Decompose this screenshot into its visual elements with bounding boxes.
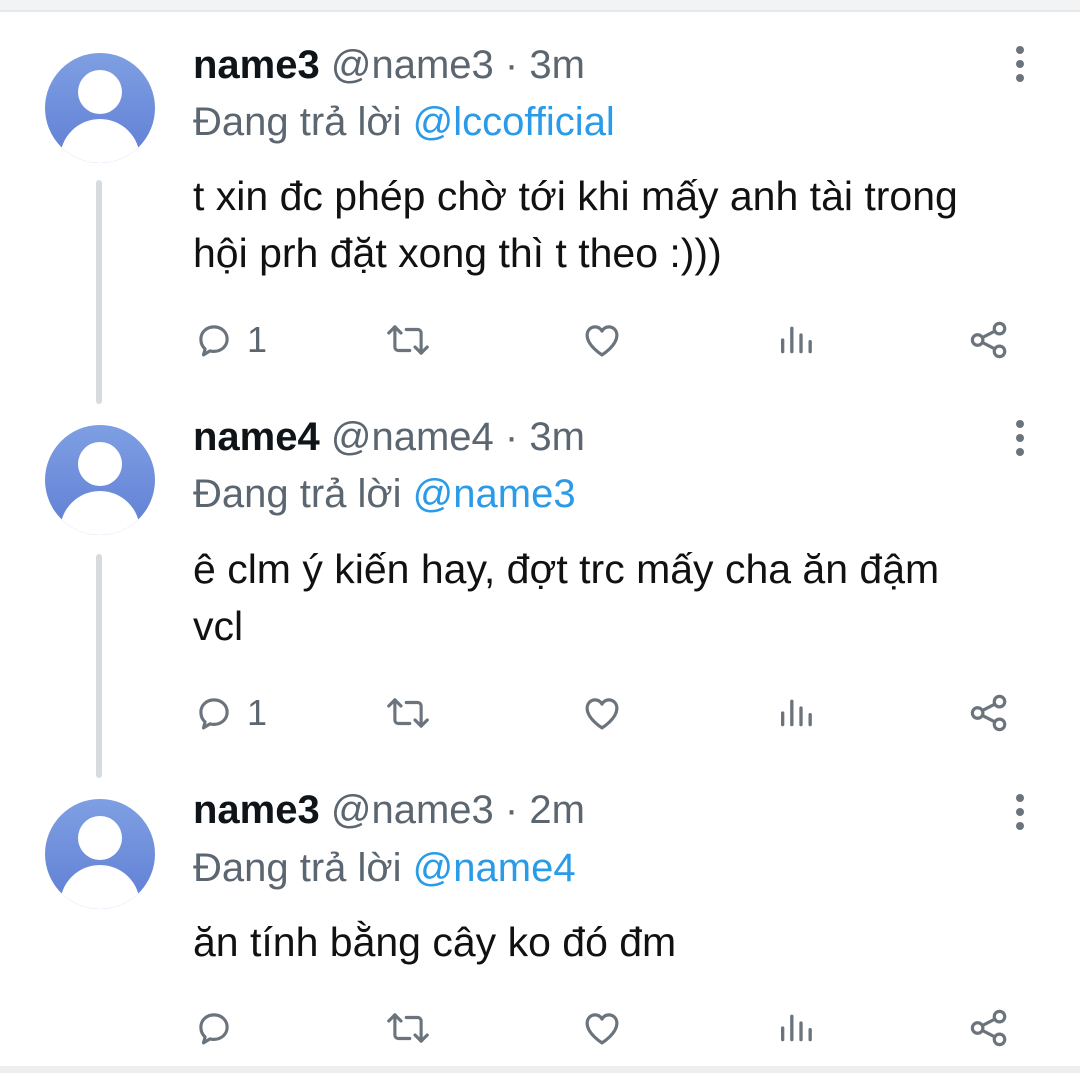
like-button[interactable] bbox=[580, 1003, 624, 1053]
reply-icon bbox=[199, 1013, 229, 1045]
analytics-icon bbox=[781, 1014, 812, 1042]
share-button[interactable] bbox=[968, 1003, 1010, 1053]
separator-dot: · bbox=[504, 788, 519, 832]
timestamp[interactable]: 2m bbox=[529, 788, 585, 832]
bottom-frame-edge bbox=[0, 1066, 1080, 1073]
action-bar bbox=[0, 1003, 1080, 1053]
replying-to-label: Đang trả lời bbox=[193, 846, 402, 890]
display-name[interactable]: name3 bbox=[193, 788, 320, 832]
retweet-icon bbox=[387, 1013, 429, 1043]
tweet-text: ăn tính bằng cây ko đó đm bbox=[193, 919, 677, 965]
analytics-button[interactable] bbox=[776, 1003, 816, 1053]
avatar-head bbox=[78, 816, 122, 860]
heart-icon bbox=[585, 1013, 619, 1045]
user-handle[interactable]: @name3 bbox=[331, 788, 494, 832]
replying-to-line: Đang trả lời @name4 bbox=[193, 844, 576, 892]
avatar-body bbox=[60, 865, 140, 909]
share-icon bbox=[970, 1009, 1007, 1047]
tweet[interactable]: name3 @name3 · 2m Đang trả lời @name4 ăn… bbox=[0, 0, 1080, 1066]
reply-button[interactable] bbox=[193, 1003, 247, 1053]
mention-link[interactable]: @name4 bbox=[413, 846, 576, 890]
retweet-button[interactable] bbox=[385, 1003, 431, 1053]
more-options-button[interactable] bbox=[1008, 792, 1032, 832]
avatar[interactable] bbox=[45, 799, 155, 909]
tweet-header: name3 @name3 · 2m bbox=[193, 786, 585, 834]
